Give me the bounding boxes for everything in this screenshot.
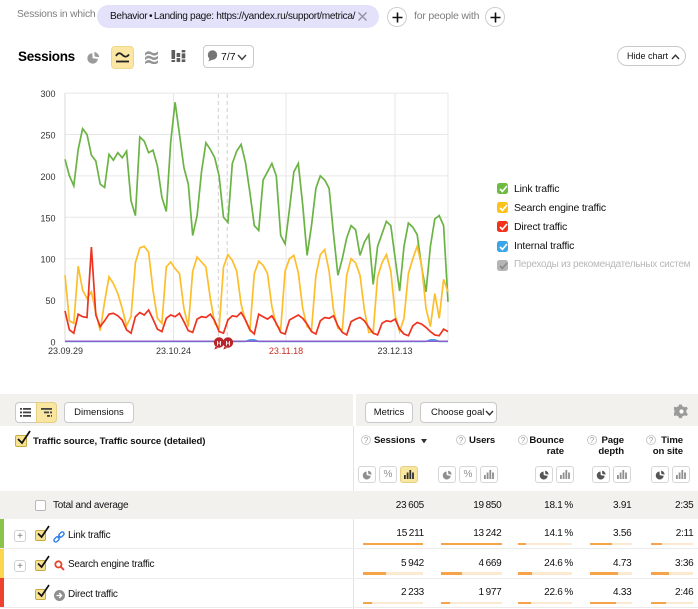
svg-text:300: 300	[40, 89, 55, 99]
svg-text:100: 100	[40, 255, 55, 265]
svg-text:150: 150	[40, 213, 55, 223]
svg-text:23.10.24: 23.10.24	[156, 346, 191, 356]
svg-text:23.09.29: 23.09.29	[48, 346, 83, 356]
svg-text:23.11.18: 23.11.18	[269, 346, 303, 356]
svg-text:50: 50	[45, 296, 55, 306]
svg-text:250: 250	[40, 131, 55, 141]
svg-text:200: 200	[40, 172, 55, 182]
svg-text:23.12.13: 23.12.13	[377, 346, 412, 356]
svg-text:H: H	[217, 340, 222, 347]
svg-text:H: H	[226, 340, 231, 347]
